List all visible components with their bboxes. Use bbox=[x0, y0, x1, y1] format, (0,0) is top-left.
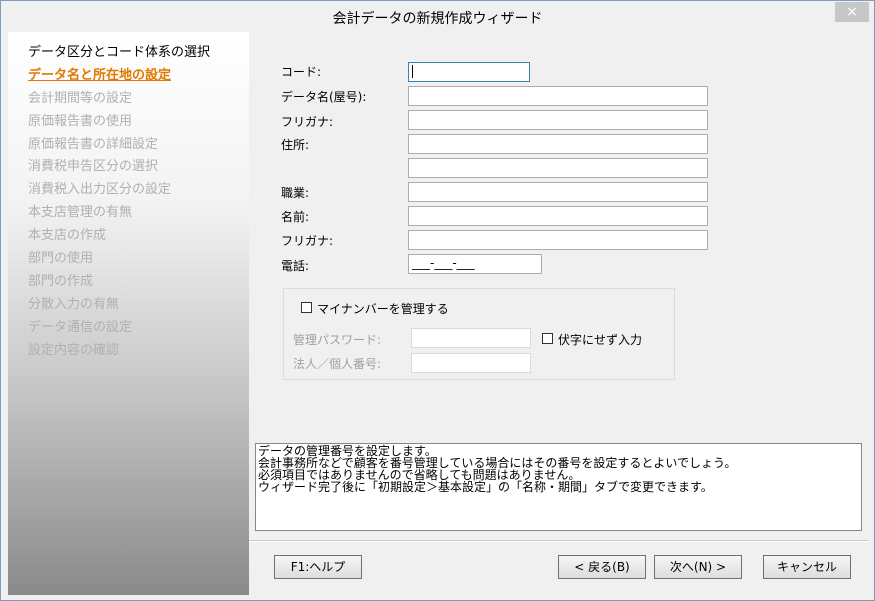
step-data-name-address: データ名と所在地の設定 bbox=[28, 68, 172, 83]
help-description: データの管理番号を設定します。 会計事務所などで顧客を番号管理している場合にはそ… bbox=[255, 443, 862, 531]
cancel-button[interactable]: キャンセル bbox=[763, 555, 851, 579]
occupation-label: 職業: bbox=[281, 186, 310, 200]
code-label: コード: bbox=[281, 65, 322, 79]
title-bar: 会計データの新規作成ウィザード × bbox=[1, 1, 874, 31]
mynumber-checkbox-label[interactable]: マイナンバーを管理する bbox=[317, 300, 449, 317]
furigana-label: フリガナ: bbox=[281, 115, 334, 129]
step-department-create: 部門の作成 bbox=[28, 274, 94, 289]
password-input[interactable] bbox=[411, 328, 531, 348]
close-icon[interactable]: × bbox=[835, 2, 869, 22]
mynumber-group: マイナンバーを管理する 管理パスワード: 伏字にせず入力 法人／個人番号: bbox=[283, 288, 675, 380]
password-label: 管理パスワード: bbox=[293, 333, 382, 347]
address1-input[interactable] bbox=[408, 134, 708, 154]
mask-checkbox[interactable] bbox=[542, 333, 553, 344]
corp-number-label: 法人／個人番号: bbox=[293, 357, 382, 371]
data-name-input[interactable] bbox=[408, 86, 708, 106]
mask-checkbox-label[interactable]: 伏字にせず入力 bbox=[558, 331, 642, 348]
wizard-content: コード: データ名(屋号): フリガナ: 住所: 職業: 名前: フリガナ: 電… bbox=[249, 32, 868, 595]
step-data-category: データ区分とコード体系の選択 bbox=[28, 45, 211, 60]
address2-input[interactable] bbox=[408, 158, 708, 178]
person-name-label: 名前: bbox=[281, 210, 310, 224]
corp-number-input[interactable] bbox=[411, 353, 531, 373]
code-input[interactable] bbox=[408, 62, 530, 82]
step-tax-io: 消費税入出力区分の設定 bbox=[28, 182, 172, 197]
back-button[interactable]: < 戻る(B) bbox=[558, 555, 646, 579]
mynumber-checkbox[interactable] bbox=[301, 302, 312, 313]
text-caret bbox=[412, 65, 413, 78]
furigana2-label: フリガナ: bbox=[281, 234, 334, 248]
step-distributed-input: 分散入力の有無 bbox=[28, 297, 120, 312]
furigana-input[interactable] bbox=[408, 110, 708, 130]
step-confirm: 設定内容の確認 bbox=[28, 343, 120, 358]
step-department-use: 部門の使用 bbox=[28, 251, 94, 266]
step-tax-filing: 消費税申告区分の選択 bbox=[28, 159, 159, 174]
wizard-window: 会計データの新規作成ウィザード × データ区分とコード体系の選択 データ名と所在… bbox=[0, 0, 875, 601]
help-button[interactable]: F1:ヘルプ bbox=[274, 555, 362, 579]
step-branch-management: 本支店管理の有無 bbox=[28, 205, 133, 220]
furigana2-input[interactable] bbox=[408, 230, 708, 250]
wizard-steps-sidebar: データ区分とコード体系の選択 データ名と所在地の設定 会計期間等の設定 原価報告… bbox=[8, 32, 249, 595]
step-accounting-period: 会計期間等の設定 bbox=[28, 91, 133, 106]
phone-label: 電話: bbox=[281, 259, 310, 273]
step-branch-create: 本支店の作成 bbox=[28, 228, 107, 243]
step-cost-report-detail: 原価報告書の詳細設定 bbox=[28, 137, 159, 152]
step-cost-report-use: 原価報告書の使用 bbox=[28, 114, 133, 129]
phone-input[interactable]: ___-___-___ bbox=[408, 254, 542, 274]
occupation-input[interactable] bbox=[408, 182, 708, 202]
next-button[interactable]: 次へ(N) > bbox=[654, 555, 742, 579]
footer-divider bbox=[249, 540, 868, 542]
person-name-input[interactable] bbox=[408, 206, 708, 226]
data-name-label: データ名(屋号): bbox=[281, 90, 367, 104]
address-label: 住所: bbox=[281, 138, 310, 152]
help-line: ウィザード完了後に「初期設定＞基本設定」の「名称・期間」タブで変更できます。 bbox=[258, 480, 713, 494]
window-title: 会計データの新規作成ウィザード bbox=[332, 11, 543, 27]
step-data-communication: データ通信の設定 bbox=[28, 320, 133, 335]
